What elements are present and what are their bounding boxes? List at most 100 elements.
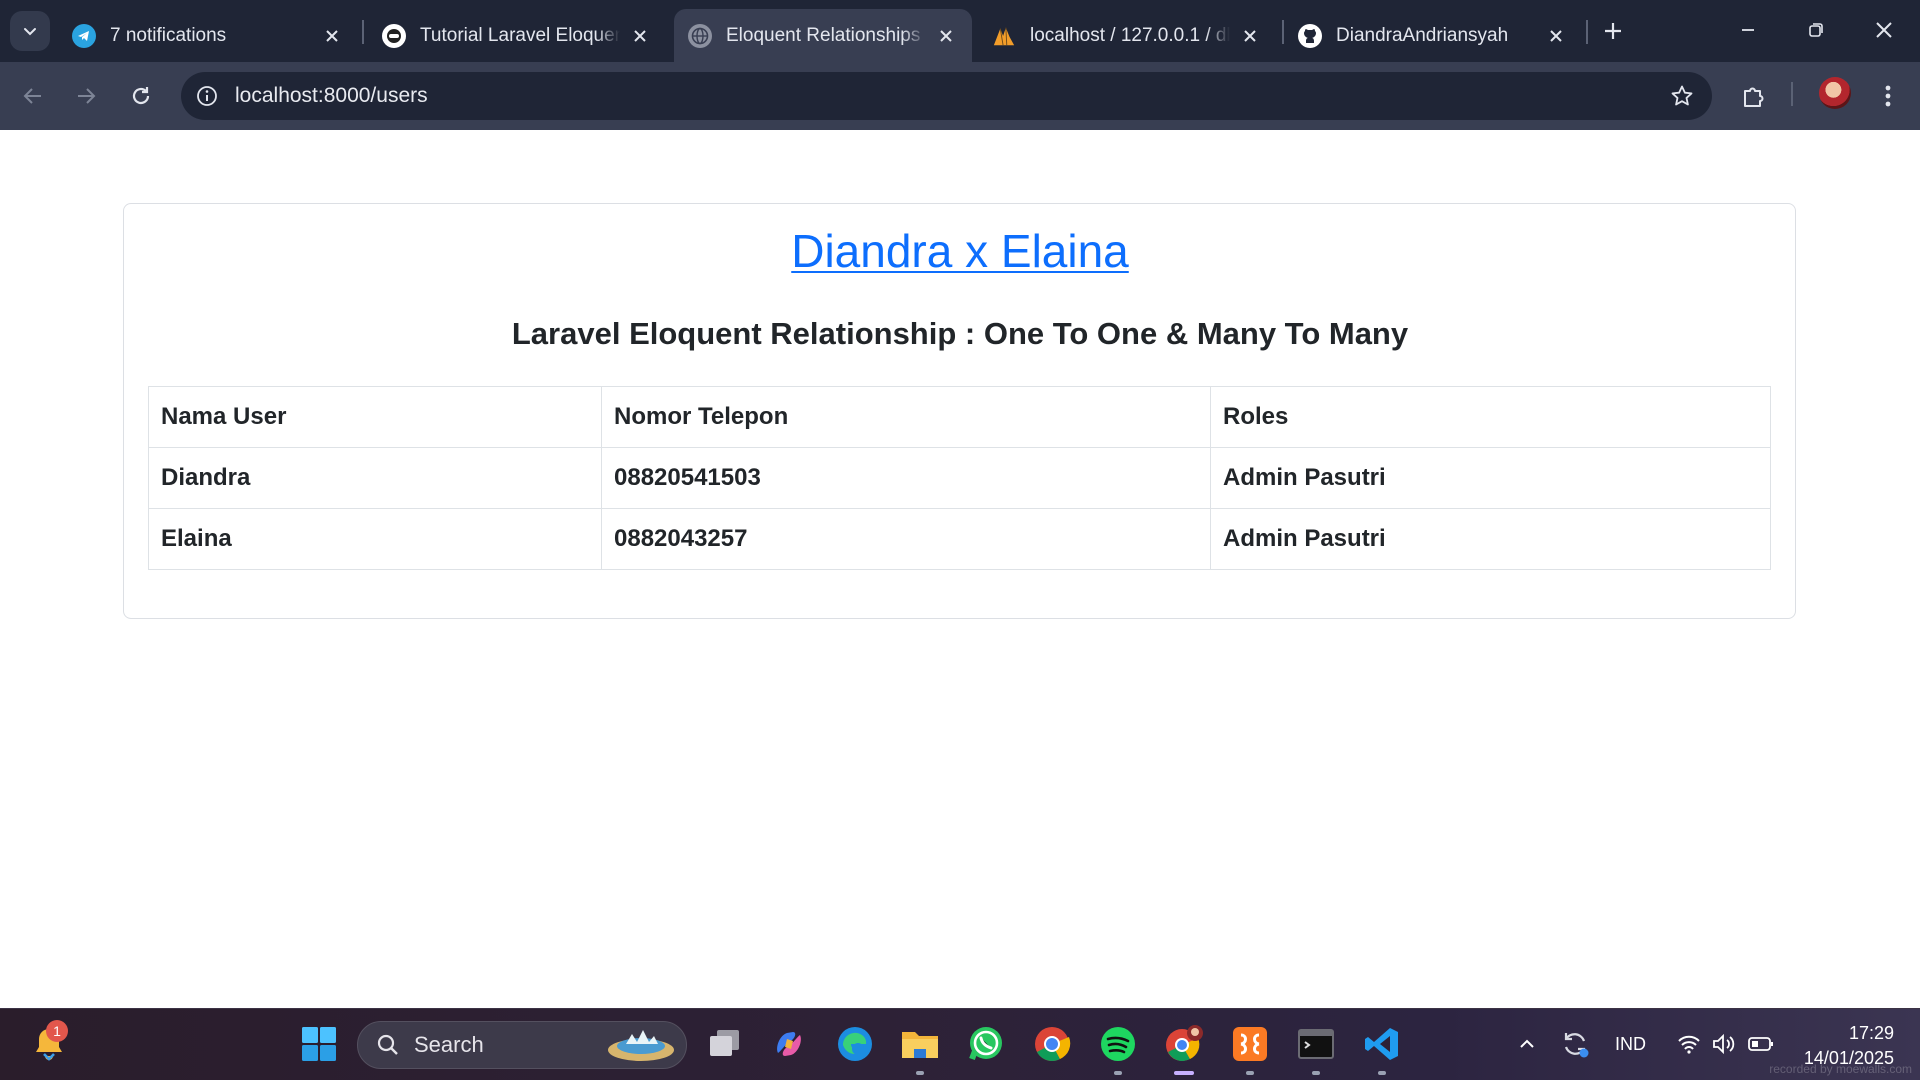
tab-title: DiandraAndriansyah <box>1336 24 1509 46</box>
more-vertical-icon <box>1885 85 1891 107</box>
globe-icon <box>688 23 712 48</box>
close-window-button[interactable] <box>1856 8 1912 52</box>
browser-toolbar: localhost:8000/users <box>0 62 1920 130</box>
minimize-button[interactable] <box>1720 8 1776 52</box>
volume-icon <box>1713 1033 1735 1055</box>
close-icon[interactable] <box>320 24 344 48</box>
notification-count-badge: 1 <box>46 1020 68 1042</box>
address-bar[interactable]: localhost:8000/users <box>181 72 1712 120</box>
plus-icon <box>1605 23 1621 39</box>
close-icon[interactable] <box>934 24 958 48</box>
task-view-button[interactable] <box>704 1023 746 1065</box>
chrome-profile-icon <box>1166 1025 1203 1061</box>
cell-phone: 08820541503 <box>601 447 1211 509</box>
brand-link[interactable]: Diandra x Elaina <box>0 224 1920 278</box>
battery-icon <box>1748 1037 1773 1051</box>
task-view-icon <box>710 1030 739 1056</box>
cell-user-name: Diandra <box>148 447 602 509</box>
vscode-icon <box>1365 1028 1398 1060</box>
wifi-icon <box>1678 1035 1700 1054</box>
column-header-roles: Roles <box>1210 386 1771 448</box>
volume-tray-button[interactable] <box>1703 1023 1745 1065</box>
input-language[interactable]: IND <box>1615 1034 1646 1055</box>
tab-search-button[interactable] <box>10 11 50 51</box>
running-indicator <box>916 1071 924 1075</box>
close-icon[interactable] <box>1238 24 1262 48</box>
terminal-button[interactable] <box>1295 1023 1337 1075</box>
chevron-down-icon <box>24 28 36 36</box>
forward-button[interactable] <box>66 76 106 116</box>
minimize-icon <box>1742 29 1754 31</box>
vscode-button[interactable] <box>1361 1023 1403 1075</box>
arrow-right-icon <box>78 88 96 104</box>
table-row: Diandra 08820541503 Admin Pasutri <box>148 447 1771 509</box>
whatsapp-button[interactable] <box>965 1023 1007 1065</box>
sync-tray-button[interactable] <box>1554 1023 1596 1065</box>
tutorial-site-icon <box>382 23 406 48</box>
profile-avatar[interactable] <box>1819 77 1851 109</box>
copilot-button[interactable] <box>768 1023 810 1065</box>
copilot-icon <box>777 1032 801 1056</box>
start-button[interactable] <box>298 1023 340 1065</box>
puzzle-icon <box>1744 87 1764 107</box>
chrome-icon <box>1035 1027 1071 1061</box>
spotify-icon <box>1101 1027 1135 1061</box>
windows-taskbar: 1 Search IND 17:29 14/01/2025 recorded b… <box>0 1008 1920 1080</box>
show-hidden-icons-button[interactable] <box>1506 1023 1548 1065</box>
running-indicator <box>1114 1071 1122 1075</box>
chrome-button[interactable] <box>1031 1023 1073 1065</box>
running-indicator <box>1174 1071 1194 1075</box>
back-button[interactable] <box>13 76 53 116</box>
page-subtitle: Laravel Eloquent Relationship : One To O… <box>511 316 1409 351</box>
tab-phpmyadmin[interactable]: localhost / 127.0.0.1 / db <box>978 9 1276 62</box>
web-page: Diandra x Elaina Laravel Eloquent Relati… <box>0 130 1920 1008</box>
taskbar-search[interactable]: Search <box>357 1021 687 1069</box>
bookmark-star-icon[interactable] <box>1670 84 1694 108</box>
close-icon[interactable] <box>1544 24 1568 48</box>
new-tab-button[interactable] <box>1596 14 1630 48</box>
table-row: Elaina 0882043257 Admin Pasutri <box>148 508 1771 570</box>
site-info-icon[interactable] <box>195 84 219 108</box>
windows-start-icon <box>302 1027 336 1061</box>
edge-icon <box>838 1027 872 1061</box>
github-icon <box>1298 23 1322 48</box>
phpmyadmin-icon <box>992 24 1016 48</box>
tab-telegram[interactable]: 7 notifications <box>58 9 358 62</box>
browser-tab-bar: 7 notifications Tutorial Laravel Eloquen… <box>0 0 1920 62</box>
recording-watermark: recorded by moewalls.com <box>1769 1062 1912 1076</box>
battery-tray-button[interactable] <box>1740 1023 1782 1065</box>
edge-button[interactable] <box>834 1023 876 1065</box>
file-explorer-button[interactable] <box>899 1023 941 1075</box>
users-table: Nama User Nomor Telepon Roles Diandra 08… <box>148 386 1771 570</box>
telegram-icon <box>72 23 96 48</box>
tab-eloquent-relationships[interactable]: Eloquent Relationships : L <box>674 9 972 62</box>
search-label: Search <box>414 1032 484 1057</box>
restore-icon <box>1809 23 1823 37</box>
address-url[interactable]: localhost:8000/users <box>235 84 428 108</box>
chrome-profile-button[interactable] <box>1163 1023 1205 1075</box>
reload-button[interactable] <box>121 76 161 116</box>
tab-separator <box>362 20 364 44</box>
xampp-button[interactable] <box>1229 1023 1271 1075</box>
close-icon <box>1876 22 1892 38</box>
restore-button[interactable] <box>1788 8 1844 52</box>
close-icon[interactable] <box>628 24 652 48</box>
clock-time: 17:29 <box>1848 1023 1894 1043</box>
cell-phone: 0882043257 <box>601 508 1211 570</box>
extensions-button[interactable] <box>1738 80 1770 112</box>
tab-tutorial-laravel[interactable]: Tutorial Laravel Eloquent <box>368 9 666 62</box>
arrow-left-icon <box>23 88 41 104</box>
xampp-icon <box>1233 1027 1267 1061</box>
sync-icon <box>1564 1033 1589 1058</box>
tab-github[interactable]: DiandraAndriansyah <box>1284 9 1582 62</box>
spotify-button[interactable] <box>1097 1023 1139 1075</box>
search-icon <box>377 1034 398 1055</box>
browser-menu-button[interactable] <box>1872 80 1904 112</box>
chevron-up-icon <box>1520 1039 1534 1048</box>
terminal-icon <box>1298 1029 1334 1059</box>
reload-icon <box>132 87 150 105</box>
cell-roles: Admin Pasutri <box>1210 508 1771 570</box>
running-indicator <box>1246 1071 1254 1075</box>
table-header-row: Nama User Nomor Telepon Roles <box>148 386 1771 448</box>
running-indicator <box>1312 1071 1320 1075</box>
